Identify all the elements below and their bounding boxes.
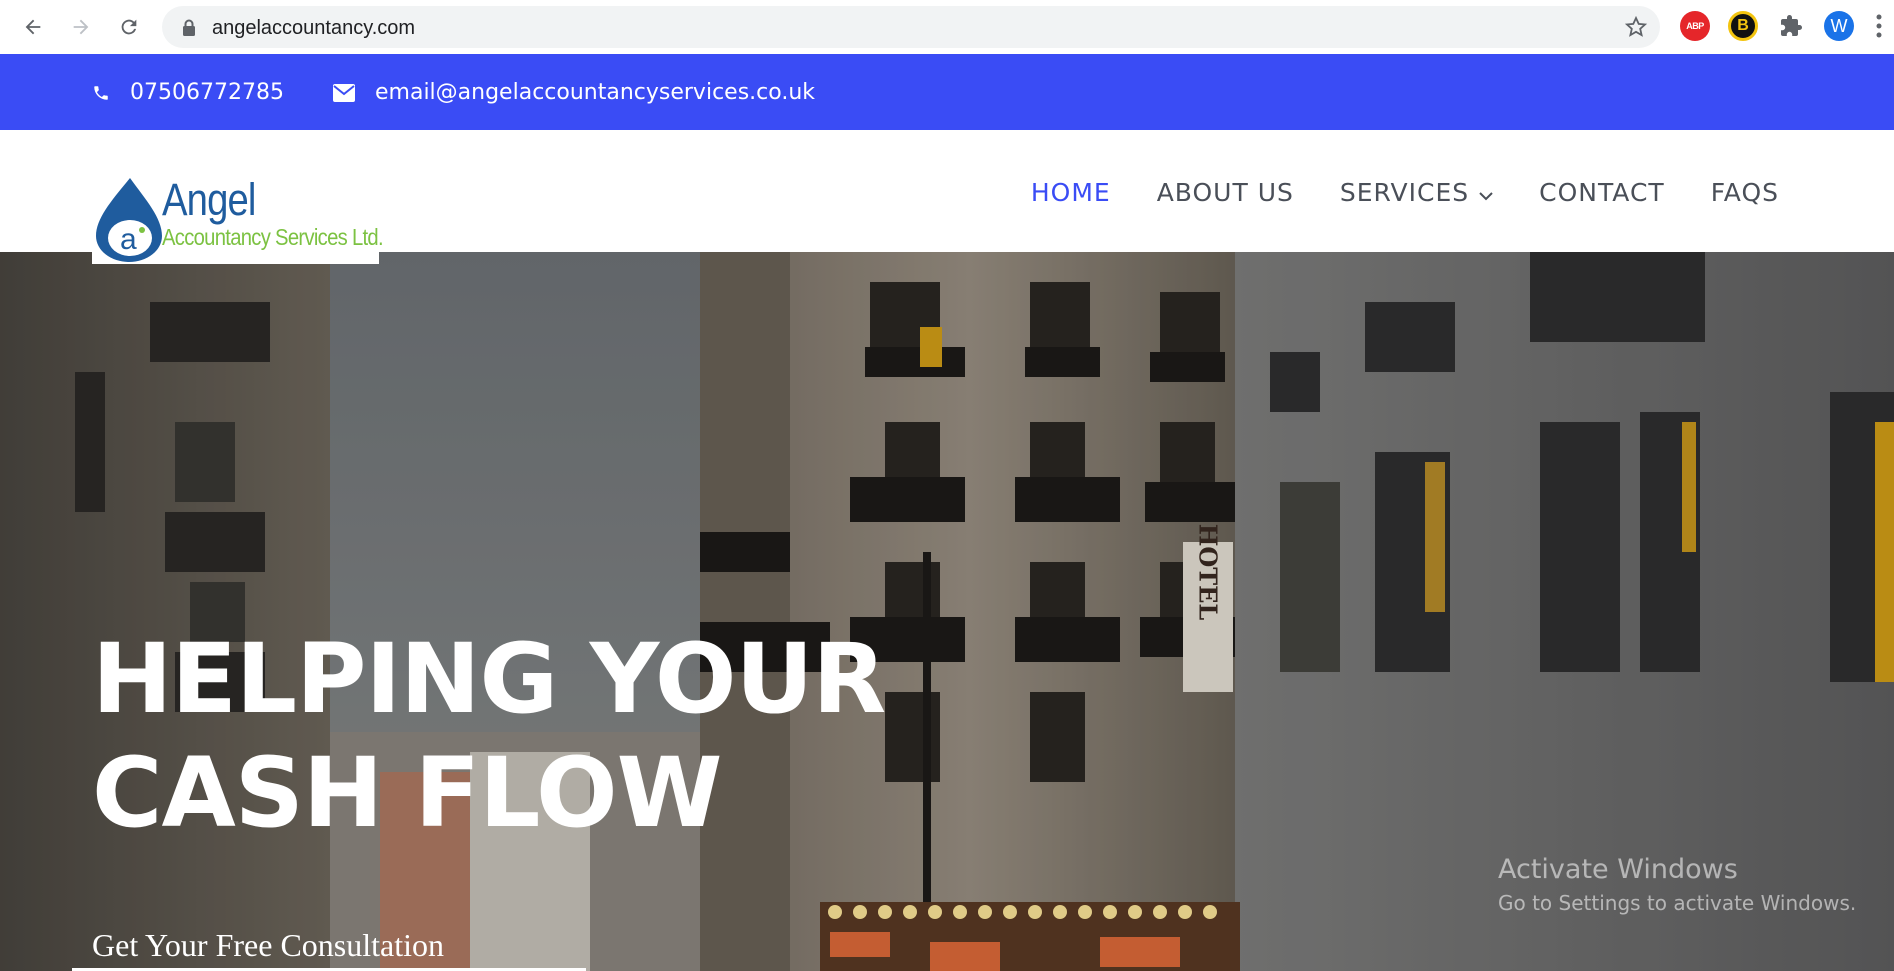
phone-icon bbox=[92, 84, 110, 102]
bookmark-star-icon[interactable] bbox=[1624, 15, 1648, 44]
contact-bar: 07506772785 email@angelaccountancyservic… bbox=[0, 54, 1894, 130]
hero-banner: HOTEL HELPING YOUR CASH FLOW Get Your F bbox=[0, 252, 1894, 971]
chevron-down-icon bbox=[1479, 178, 1493, 207]
main-navigation: HOME ABOUT US SERVICES CONTACT FAQS bbox=[985, 178, 1779, 207]
email-contact[interactable]: email@angelaccountancyservices.co.uk bbox=[333, 80, 815, 105]
forward-button[interactable] bbox=[66, 12, 96, 42]
browser-toolbar: angelaccountancy.com ABP B W bbox=[0, 0, 1894, 54]
address-bar[interactable]: angelaccountancy.com bbox=[162, 6, 1660, 48]
phone-contact[interactable]: 07506772785 bbox=[92, 80, 284, 105]
nav-services[interactable]: SERVICES bbox=[1340, 178, 1493, 207]
watermark-subtitle: Go to Settings to activate Windows. bbox=[1498, 891, 1857, 915]
svg-text:a: a bbox=[120, 223, 137, 256]
nav-contact[interactable]: CONTACT bbox=[1539, 178, 1665, 207]
logo-mark-icon: a bbox=[96, 178, 162, 262]
b-extension-icon[interactable]: B bbox=[1728, 11, 1758, 41]
email-address: email@angelaccountancyservices.co.uk bbox=[375, 80, 815, 105]
site-logo[interactable]: a Angel Accountancy Services Ltd. bbox=[92, 170, 384, 264]
free-consultation-link[interactable]: Get Your Free Consultation bbox=[92, 927, 444, 964]
nav-home[interactable]: HOME bbox=[1031, 178, 1111, 207]
nav-services-label: SERVICES bbox=[1339, 178, 1470, 207]
reload-icon bbox=[121, 19, 137, 35]
windows-activation-watermark: Activate Windows Go to Settings to activ… bbox=[1498, 854, 1856, 915]
browser-menu-icon[interactable] bbox=[1876, 14, 1882, 43]
logo-name-line2: Accountancy Services Ltd. bbox=[162, 224, 384, 250]
watermark-title: Activate Windows bbox=[1498, 854, 1738, 885]
adblock-icon[interactable]: ABP bbox=[1680, 11, 1710, 41]
logo-name-line1: Angel bbox=[162, 174, 256, 225]
envelope-icon bbox=[333, 83, 355, 102]
hero-headline: HELPING YOUR CASH FLOW bbox=[92, 623, 886, 849]
reload-button[interactable] bbox=[114, 12, 144, 42]
url-text: angelaccountancy.com bbox=[212, 17, 416, 39]
phone-number: 07506772785 bbox=[130, 80, 284, 105]
profile-avatar[interactable]: W bbox=[1824, 11, 1854, 41]
extensions-puzzle-icon[interactable] bbox=[1776, 11, 1806, 41]
forward-arrow-icon bbox=[73, 19, 89, 35]
back-button[interactable] bbox=[18, 12, 48, 42]
lock-icon bbox=[182, 19, 196, 41]
nav-about-us[interactable]: ABOUT US bbox=[1157, 178, 1294, 207]
nav-faqs[interactable]: FAQS bbox=[1711, 178, 1779, 207]
back-arrow-icon bbox=[25, 19, 41, 35]
